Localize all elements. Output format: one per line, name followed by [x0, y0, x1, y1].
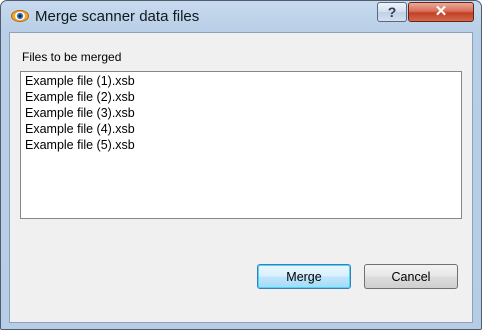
title-bar[interactable]: Merge scanner data files ? ✕ — [1, 1, 481, 32]
files-to-merge-label: Files to be merged — [22, 50, 122, 64]
close-button[interactable]: ✕ — [408, 2, 474, 22]
window-title: Merge scanner data files — [35, 8, 200, 25]
cancel-button[interactable]: Cancel — [364, 264, 458, 289]
list-item[interactable]: Example file (4).xsb — [25, 121, 457, 137]
app-eye-icon — [11, 9, 29, 23]
list-item[interactable]: Example file (3).xsb — [25, 105, 457, 121]
help-icon: ? — [387, 4, 397, 20]
help-button[interactable]: ? — [377, 2, 407, 22]
dialog-body: Files to be merged Example file (1).xsb … — [9, 32, 473, 323]
file-list[interactable]: Example file (1).xsb Example file (2).xs… — [20, 71, 462, 219]
merge-button[interactable]: Merge — [257, 264, 351, 289]
list-item[interactable]: Example file (5).xsb — [25, 137, 457, 153]
list-item[interactable]: Example file (2).xsb — [25, 89, 457, 105]
merge-dialog-window: Merge scanner data files ? ✕ Files to be… — [0, 0, 482, 330]
close-icon: ✕ — [434, 3, 448, 20]
list-item[interactable]: Example file (1).xsb — [25, 73, 457, 89]
